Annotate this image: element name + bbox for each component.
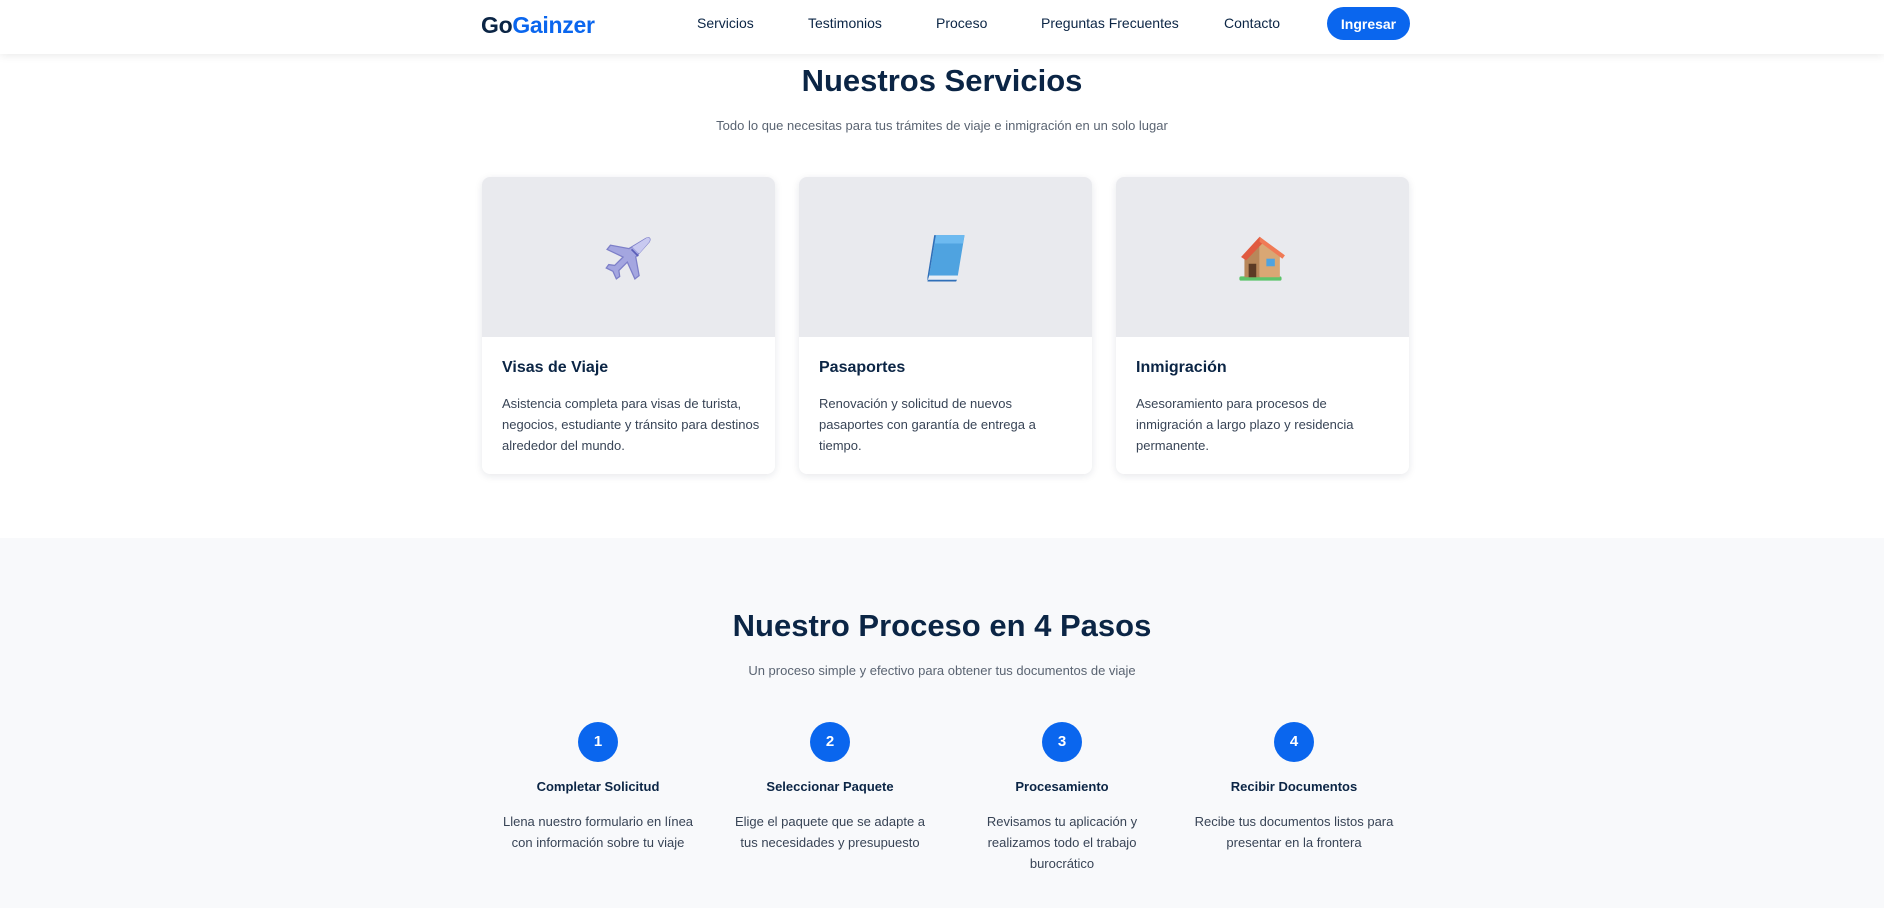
card-title: Visas de Viaje	[502, 359, 609, 376]
process-title: Nuestro Proceso en 4 Pasos	[732, 608, 1152, 643]
process-step-4: 4 Recibir Documentos Recibe tus document…	[1189, 722, 1399, 853]
services-subtitle: Todo lo que necesitas para tus trámites …	[716, 118, 1168, 133]
step-title: Recibir Documentos	[1230, 779, 1358, 794]
step-description: Elige el paquete que se adapte a tus nec…	[734, 814, 926, 850]
step-number: 3	[1042, 722, 1082, 762]
service-card-visas[interactable]: Visas de Viaje Asistencia completa para …	[482, 177, 775, 474]
step-title: Completar Solicitud	[536, 779, 660, 794]
step-title: Procesamiento	[1015, 779, 1109, 794]
step-number: 2	[810, 722, 850, 762]
card-description: Asesoramiento para procesos de inmigraci…	[1136, 396, 1354, 453]
service-card-inmigracion[interactable]: Inmigración Asesoramiento para procesos …	[1116, 177, 1409, 474]
step-number: 4	[1274, 722, 1314, 762]
step-description: Revisamos tu aplicación y realizamos tod…	[986, 814, 1138, 871]
card-image	[1116, 177, 1409, 337]
nav-testimonios[interactable]: Testimonios	[808, 15, 882, 31]
nav-proceso[interactable]: Proceso	[936, 15, 987, 31]
process-step-3: 3 Procesamiento Revisamos tu aplicación …	[957, 722, 1167, 874]
login-button[interactable]: Ingresar	[1327, 7, 1410, 40]
airplane-icon	[604, 237, 651, 280]
process-step-1: 1 Completar Solicitud Llena nuestro form…	[493, 722, 703, 853]
step-description: Llena nuestro formulario en línea con in…	[502, 814, 694, 850]
nav-preguntas-frecuentes[interactable]: Preguntas Frecuentes	[1041, 15, 1179, 31]
nav-contacto[interactable]: Contacto	[1224, 15, 1280, 31]
process-section: Nuestro Proceso en 4 Pasos Un proceso si…	[0, 538, 1884, 908]
card-image	[799, 177, 1092, 337]
house-icon	[1238, 236, 1285, 281]
blue-book-icon	[926, 235, 965, 282]
nav-servicios[interactable]: Servicios	[697, 15, 754, 31]
step-title: Seleccionar Paquete	[766, 779, 894, 794]
service-card-pasaportes[interactable]: Pasaportes Renovación y solicitud de nue…	[799, 177, 1092, 474]
card-description: Asistencia completa para visas de turist…	[502, 396, 760, 453]
services-section: Nuestros Servicios Todo lo que necesitas…	[0, 54, 1884, 538]
services-title: Nuestros Servicios	[801, 63, 1083, 98]
card-title: Inmigración	[1136, 359, 1227, 376]
process-step-2: 2 Seleccionar Paquete Elige el paquete q…	[725, 722, 935, 853]
site-header: GoGainzer Servicios Testimonios Proceso …	[0, 0, 1884, 54]
step-description: Recibe tus documentos listos para presen…	[1194, 814, 1394, 850]
main-nav: Servicios Testimonios Proceso Preguntas …	[0, 0, 1884, 54]
card-image	[482, 177, 775, 337]
card-title: Pasaportes	[819, 359, 906, 376]
step-number: 1	[578, 722, 618, 762]
card-description: Renovación y solicitud de nuevos pasapor…	[819, 396, 1036, 453]
process-subtitle: Un proceso simple y efectivo para obtene…	[748, 663, 1136, 678]
